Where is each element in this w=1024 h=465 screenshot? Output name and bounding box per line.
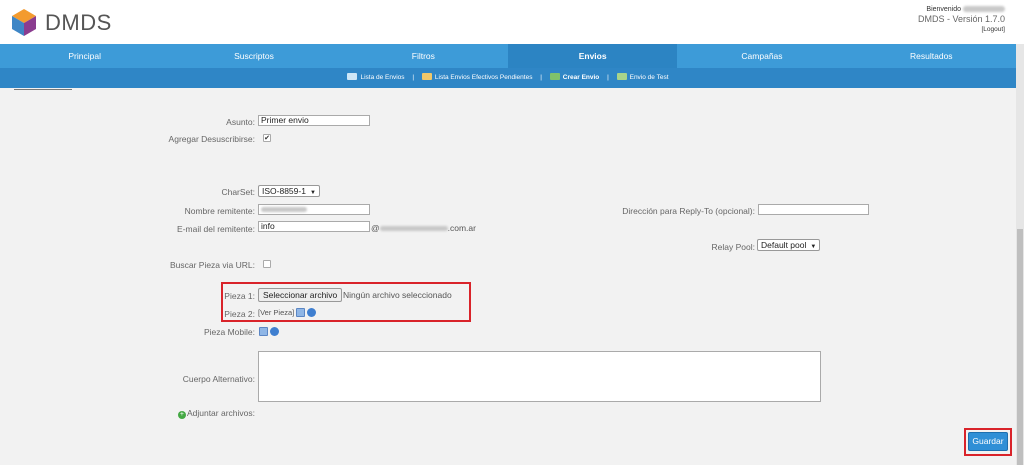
test-send-icon xyxy=(616,73,627,80)
select-file-button[interactable]: Seleccionar archivo xyxy=(258,288,343,302)
welcome-text: Bienvenido xyxy=(926,6,962,13)
header: DMDS Bienvenido DMDS - Versión 1.7.0 [Lo… xyxy=(0,0,1024,44)
mobile-piece-label: Pieza Mobile: xyxy=(203,327,255,337)
unsubscribe-label: Agregar Desuscribirse: xyxy=(168,134,255,144)
nav-suscriptos[interactable]: Suscriptos xyxy=(169,44,338,68)
charset-label: CharSet: xyxy=(221,187,255,197)
reply-to-input[interactable] xyxy=(758,204,869,215)
app-name: DMDS xyxy=(45,10,112,35)
edit-icon[interactable] xyxy=(259,327,268,336)
url-search-label: Buscar Pieza via URL: xyxy=(169,260,255,270)
piece2-actions: [Ver Pieza] xyxy=(258,308,317,317)
url-search-checkbox[interactable] xyxy=(263,260,271,268)
subnav-lista-envios[interactable]: Lista de Envios xyxy=(347,73,405,81)
chevron-down-icon: ▼ xyxy=(309,190,316,196)
subject-input[interactable]: Primer envio xyxy=(258,115,370,126)
mail-icon xyxy=(347,73,358,80)
scrollbar-thumb[interactable] xyxy=(1017,229,1023,465)
file-status: Ningún archivo seleccionado xyxy=(343,290,452,300)
sender-name-input[interactable] xyxy=(258,204,370,215)
separator: | xyxy=(607,74,609,81)
subnav-crear-envio[interactable]: Crear Envio xyxy=(549,73,599,81)
subnav-envios-pendientes[interactable]: Lista Envios Efectivos Pendientes xyxy=(421,73,532,81)
domain-redacted xyxy=(379,226,448,232)
version-text: DMDS - Versión 1.7.0 xyxy=(917,14,1005,24)
nav-principal[interactable]: Principal xyxy=(0,44,169,68)
relay-pool-select[interactable]: Default pool ▼ xyxy=(757,239,821,251)
separator: | xyxy=(412,74,415,81)
edit-icon[interactable] xyxy=(296,308,306,317)
browser-icon[interactable] xyxy=(270,327,279,336)
nav-filtros[interactable]: Filtros xyxy=(339,44,508,68)
save-button[interactable]: Guardar xyxy=(968,432,1008,451)
browser-icon[interactable] xyxy=(307,308,317,317)
chevron-down-icon: ▼ xyxy=(810,244,817,250)
package-icon xyxy=(421,73,432,80)
sender-email-label: E-mail del remitente: xyxy=(177,224,255,234)
subject-label: Asunto: xyxy=(226,117,255,127)
user-panel: Bienvenido DMDS - Versión 1.7.0 [Logout] xyxy=(918,6,1005,33)
alt-body-label: Cuerpo Alternativo: xyxy=(182,374,255,384)
sender-name-redacted xyxy=(261,207,307,213)
sender-name-label: Nombre remitente: xyxy=(184,206,255,216)
add-icon[interactable]: + xyxy=(177,411,186,419)
sender-email-input[interactable]: info xyxy=(258,221,370,232)
logout-link[interactable]: [Logout] xyxy=(918,26,1006,33)
dmds-logo-icon xyxy=(12,9,36,36)
sender-email-domain: @ .com.ar xyxy=(371,223,476,233)
charset-select[interactable]: ISO-8859-1 ▼ xyxy=(258,185,320,197)
sub-nav: Lista de Envios | Lista Envios Efectivos… xyxy=(0,68,1016,88)
username-redacted xyxy=(963,6,1005,13)
send-icon xyxy=(549,73,560,80)
separator: | xyxy=(540,74,542,81)
reply-to-label: Dirección para Reply-To (opcional): xyxy=(622,206,755,216)
alt-body-textarea[interactable] xyxy=(258,351,821,402)
nav-envios[interactable]: Envios xyxy=(507,44,678,68)
main-nav: Principal Suscriptos Filtros Envios Camp… xyxy=(0,44,1016,68)
breadcrumb-link[interactable] xyxy=(14,87,72,90)
unsubscribe-checkbox[interactable]: ✔ xyxy=(263,134,271,142)
subnav-envio-test[interactable]: Envio de Test xyxy=(616,73,669,81)
nav-campanas[interactable]: Campañas xyxy=(677,44,846,68)
mobile-piece-actions xyxy=(257,326,279,336)
page-scrollbar[interactable] xyxy=(1016,44,1024,465)
piece1-label: Pieza 1: xyxy=(224,291,255,301)
view-piece-link[interactable]: [Ver Pieza] xyxy=(258,308,294,317)
relay-pool-label: Relay Pool: xyxy=(711,242,755,252)
nav-resultados[interactable]: Resultados xyxy=(847,44,1016,68)
attach-files[interactable]: + Adjuntar archivos: xyxy=(177,408,255,419)
piece2-label: Pieza 2: xyxy=(224,309,255,319)
